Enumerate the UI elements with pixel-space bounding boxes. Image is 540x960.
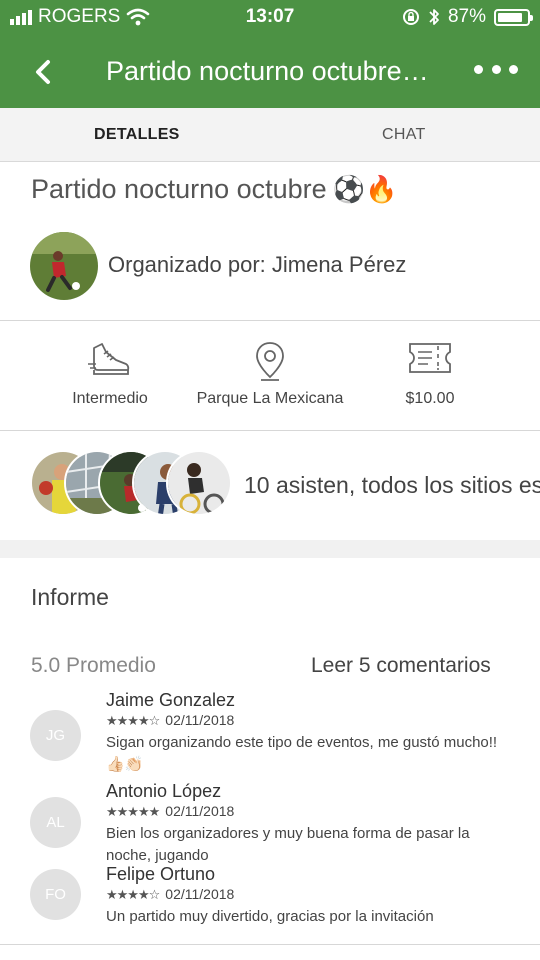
location-pin-icon: [256, 342, 284, 381]
rotation-lock-icon: [402, 9, 419, 25]
review-text: Bien los organizadores y muy buena forma…: [106, 825, 470, 864]
nav-title: Partido nocturno octubre…: [106, 56, 429, 86]
divider: [0, 320, 540, 321]
event-title-emojis: ⚽🔥: [332, 174, 398, 204]
feature-price: $10.00: [340, 340, 520, 408]
review-author: Antonio López: [106, 781, 222, 801]
feature-location[interactable]: Parque La Mexicana: [180, 340, 360, 408]
avatar: FO: [30, 869, 81, 920]
shoe-icon: [88, 343, 130, 375]
status-bar: ROGERS 13:07 87%: [0, 0, 540, 34]
review-text: Sigan organizando este tipo de eventos, …: [106, 734, 498, 773]
feature-price-label: $10.00: [405, 390, 455, 407]
review-date: 02/11/2018: [165, 712, 235, 728]
organizer-label[interactable]: Organizado por: Jimena Pérez: [108, 252, 406, 278]
battery-icon: [494, 8, 533, 26]
tab-detalles[interactable]: DETALLES: [94, 126, 180, 144]
divider: [0, 944, 540, 945]
section-spacer: [0, 540, 540, 558]
feature-level: Intermedio: [20, 340, 200, 408]
review-date: 02/11/2018: [165, 803, 235, 819]
attendee-avatars[interactable]: [30, 450, 240, 520]
divider: [0, 430, 540, 431]
read-reviews-link[interactable]: Leer 5 comentarios: [311, 654, 491, 678]
attendees-label[interactable]: 10 asisten, todos los sitios est: [244, 472, 540, 499]
review-meta: ★★★★☆ 02/11/2018: [106, 712, 234, 729]
bluetooth-icon: [429, 9, 439, 25]
tab-bar: DETALLES CHAT: [0, 108, 540, 162]
back-button[interactable]: [26, 52, 66, 92]
star-rating-icon: ★★★★★: [106, 804, 160, 819]
review-text: Un partido muy divertido, gracias por la…: [106, 908, 434, 925]
avatar: [166, 450, 232, 516]
ticket-icon: [409, 343, 451, 373]
review-date: 02/11/2018: [165, 886, 235, 902]
review-meta: ★★★★★ 02/11/2018: [106, 803, 234, 820]
event-title-text: Partido nocturno octubre: [31, 174, 327, 204]
review-author: Felipe Ortuno: [106, 864, 216, 884]
review-author: Jaime Gonzalez: [106, 690, 236, 710]
average-rating: 5.0 Promedio: [31, 654, 156, 677]
feature-level-label: Intermedio: [72, 390, 148, 407]
report-heading: Informe: [31, 584, 109, 610]
battery-percent: 87%: [447, 6, 486, 27]
star-rating-icon: ★★★★☆: [106, 713, 160, 728]
more-horizontal-icon: [474, 64, 483, 74]
more-options-button[interactable]: [474, 54, 518, 84]
app-header: ROGERS 13:07 87% Partido nocturno octubr…: [0, 0, 540, 108]
star-rating-icon: ★★★★☆: [106, 887, 160, 902]
organizer-avatar[interactable]: [30, 232, 98, 300]
avatar: AL: [30, 797, 81, 848]
review-meta: ★★★★☆ 02/11/2018: [106, 886, 234, 903]
nav-bar: Partido nocturno octubre…: [0, 44, 540, 104]
avatar: JG: [30, 710, 81, 761]
event-title: Partido nocturno octubre ⚽🔥: [31, 174, 397, 205]
feature-location-label[interactable]: Parque La Mexicana: [180, 390, 360, 408]
tab-chat[interactable]: CHAT: [382, 126, 426, 144]
